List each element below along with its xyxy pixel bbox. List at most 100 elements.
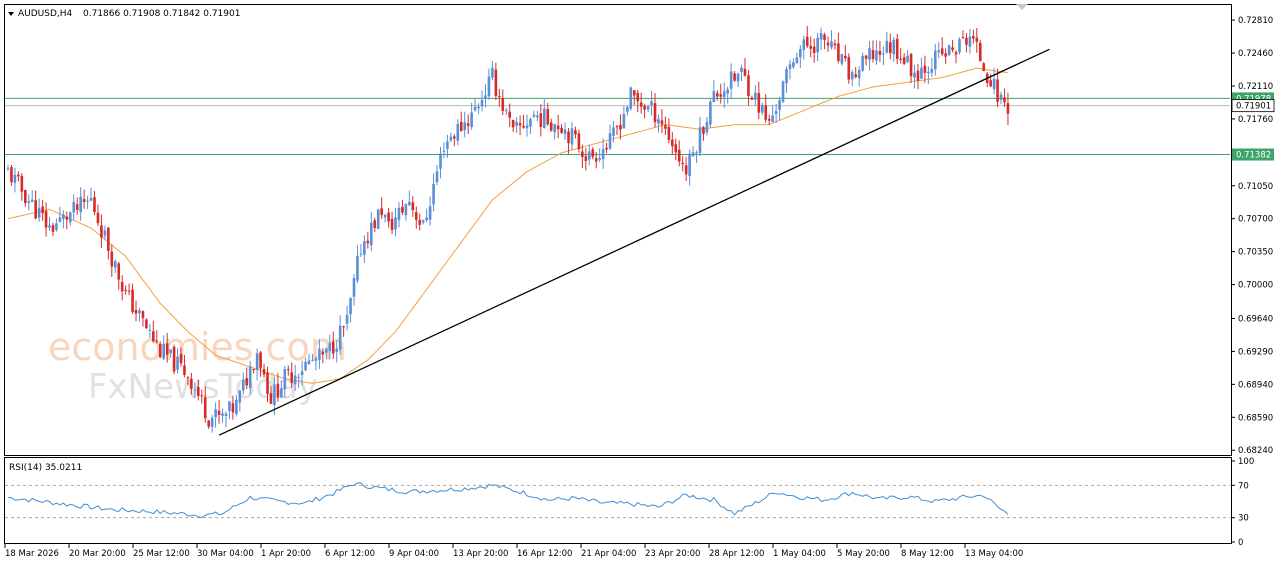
candle-body — [646, 106, 650, 110]
candle-body — [878, 51, 882, 55]
candle-body — [487, 76, 491, 97]
rsi-tick-label: 70 — [1238, 481, 1249, 491]
current-price-label: 0.71901 — [1236, 102, 1271, 112]
price-tick-label: 0.70700 — [1238, 215, 1273, 225]
time-tick-label: 30 Mar 04:00 — [197, 549, 254, 559]
candle-body — [837, 43, 840, 61]
candle-body — [286, 369, 290, 371]
candle-body — [989, 80, 992, 87]
price-tick-label: 0.69640 — [1238, 314, 1273, 324]
candle-body — [248, 366, 252, 389]
candle-body — [373, 220, 377, 228]
candle-body — [805, 36, 809, 47]
watermark-fxnewstoday: FxNewsToday — [88, 367, 318, 407]
candle-body — [788, 64, 792, 69]
candle-body — [17, 174, 20, 177]
candle-body — [252, 369, 255, 371]
candle-body — [103, 230, 107, 236]
candle-body — [214, 409, 217, 418]
candle-body — [48, 225, 51, 228]
candle-body — [830, 41, 833, 48]
candle-body — [601, 149, 605, 160]
candle-body — [325, 348, 328, 353]
candle-body — [774, 111, 778, 115]
candle-body — [740, 67, 743, 72]
candle-body — [113, 261, 117, 268]
candle-body — [203, 397, 207, 419]
candle-body — [255, 353, 259, 371]
candle-body — [1006, 103, 1010, 114]
candle-body — [96, 212, 100, 224]
candle — [709, 99, 712, 128]
candle-body — [612, 127, 615, 136]
candle-body — [691, 152, 695, 157]
candle-body — [224, 413, 228, 416]
candle-body — [840, 54, 844, 64]
rsi-tick-label: 30 — [1238, 514, 1249, 524]
candle-body — [733, 73, 736, 81]
candle-body — [165, 343, 169, 355]
candle-body — [394, 217, 397, 230]
candle-body — [100, 225, 103, 238]
price-tick-label: 0.71050 — [1238, 182, 1273, 192]
candle-body — [574, 130, 577, 135]
candle-body — [594, 158, 598, 162]
price-tick-label: 0.72460 — [1238, 49, 1273, 59]
candle-body — [449, 136, 453, 141]
candle-body — [453, 136, 456, 139]
rsi-label: RSI(14) 35.0211 — [9, 463, 82, 473]
candle-body — [238, 390, 242, 403]
candle-body — [127, 290, 131, 292]
trading-chart[interactable]: economies.com FxNewsToday 0.728100.72460… — [0, 0, 1280, 567]
candle-body — [207, 420, 210, 427]
candle-body — [539, 113, 543, 127]
price-tick-label: 0.71760 — [1238, 115, 1273, 125]
candle-body — [484, 95, 487, 99]
candle-body — [965, 37, 968, 45]
candle-body — [757, 93, 761, 113]
candle-body — [861, 55, 864, 71]
candle-body — [992, 78, 996, 90]
price-axis: 0.72810 0.72460 0.72110 0.71760 0.71050 0.707… — [1231, 16, 1273, 456]
candle-body — [629, 87, 633, 109]
candle-body — [68, 212, 72, 223]
candle-body — [293, 375, 297, 385]
candle-body — [639, 102, 643, 107]
candle-body — [86, 200, 89, 202]
price-tick-label: 0.68940 — [1238, 380, 1273, 390]
candle-body — [62, 214, 65, 220]
time-tick-label: 5 May 20:00 — [837, 549, 890, 559]
candle — [781, 80, 785, 104]
candle-body — [532, 114, 536, 117]
candle — [629, 86, 633, 111]
candle-body — [823, 34, 826, 40]
candle-body — [37, 208, 41, 218]
candle-body — [608, 133, 612, 149]
candle-body — [383, 214, 387, 218]
level-price-label: 0.71382 — [1236, 151, 1271, 161]
candle-body — [20, 175, 24, 192]
candle-body — [546, 109, 550, 125]
candle-body — [273, 384, 276, 406]
candle-body — [51, 225, 55, 232]
candle-body — [975, 37, 979, 42]
candle-body — [650, 101, 653, 105]
price-tick-label: 0.68240 — [1238, 446, 1273, 456]
candle-body — [75, 204, 79, 210]
candle-body — [314, 358, 318, 361]
candle-body — [72, 201, 76, 213]
candle-body — [636, 92, 640, 102]
candle-body — [269, 393, 273, 404]
candle-body — [795, 57, 799, 63]
candle-body — [311, 359, 314, 361]
candle-body — [120, 281, 124, 292]
candle-body — [760, 104, 764, 113]
candle-body — [425, 217, 428, 221]
candle-body — [13, 174, 17, 183]
price-tick-label: 0.72110 — [1238, 82, 1273, 92]
candle-body — [982, 63, 986, 71]
candle-body — [134, 309, 138, 314]
price-tick-label: 0.68590 — [1238, 413, 1273, 423]
candle-body — [736, 73, 740, 82]
candle-body — [854, 74, 857, 78]
